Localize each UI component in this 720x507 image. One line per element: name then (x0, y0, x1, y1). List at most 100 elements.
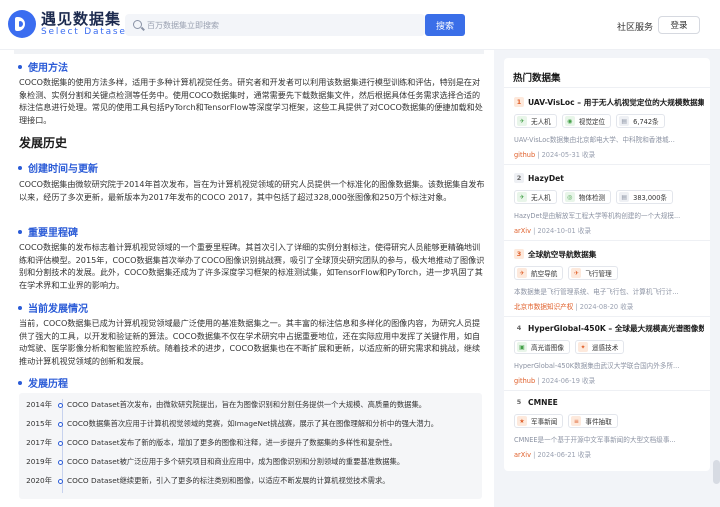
storage-icon: ▤ (619, 116, 630, 126)
search-button[interactable]: 搜索 (425, 14, 465, 36)
timeline-dot-icon (58, 421, 63, 427)
dataset-title[interactable]: HyperGlobal-450K – 全球最大规模高光谱图像数据集 (528, 323, 704, 334)
usage-paragraph: COCO数据集的使用方法多样，适用于多种计算机视觉任务。研究者和开发者可以利用该… (19, 77, 483, 125)
satellite-icon: ✦ (577, 342, 588, 352)
timeline-text: COCO数据集首次应用于计算机视觉领域的竞赛，如ImageNet挑战赛，展示了其… (67, 419, 439, 428)
plane-icon: ✈ (571, 268, 582, 278)
dataset-tag[interactable]: ▣ 高光谱图像 (514, 340, 570, 354)
camera-icon: ▣ (517, 342, 527, 352)
dataset-tag[interactable]: ✈ 航空导航 (514, 266, 564, 280)
drone-icon: ✈ (517, 116, 527, 126)
dataset-meta: arXiv | 2024-10-01 收录 (514, 227, 592, 235)
dataset-tag[interactable]: ★ 军事新闻 (514, 414, 564, 428)
dataset-title[interactable]: 全球航空导航数据集 (528, 249, 596, 260)
timeline-text: COCO Dataset首次发布，由微软研究院提出，旨在为图像识别和分割任务提供… (67, 400, 427, 409)
tag-label: 高光谱图像 (531, 344, 564, 352)
tag-label: 6,742条 (633, 118, 659, 126)
timeline-item: 2017年 COCO Dataset发布了新的版本，增加了更多的图像和注释，进一… (19, 437, 482, 449)
timeline-dot-icon (58, 440, 63, 446)
dataset-status: 收录 (577, 451, 592, 459)
dataset-tag[interactable]: ✈ 飞行管理 (568, 266, 618, 280)
history-heading: 发展历史 (19, 136, 68, 150)
milestone-heading: 重要里程碑 (18, 224, 78, 239)
dataset-description: UAV-VisLoc数据集由北京邮电大学、中科院和香港城... (514, 136, 675, 143)
dataset-source[interactable]: github (514, 377, 535, 385)
dataset-title[interactable]: HazyDet (528, 174, 564, 183)
dataset-tag[interactable]: ✦ 遥感技术 (574, 340, 625, 354)
dataset-meta: 北京市数据知识产权 | 2024-08-20 收录 (514, 303, 634, 311)
dataset-tag[interactable]: ✈ 无人机 (514, 190, 557, 204)
tag-label: 视觉定位 (578, 118, 606, 126)
rank-badge: 5 (514, 397, 524, 407)
creation-heading: 创建时间与更新 (18, 160, 98, 175)
dataset-card[interactable]: 4 HyperGlobal-450K – 全球最大规模高光谱图像数据集 ▣ 高光谱图像… (514, 322, 704, 385)
dataset-status: 收录 (582, 151, 596, 159)
timeline-year: 2019年 (26, 457, 52, 466)
timeline: 2014年 COCO Dataset首次发布，由微软研究院提出，旨在为图像识别和… (19, 393, 482, 499)
timeline-dot-icon (58, 459, 63, 465)
rank-badge: 3 (514, 249, 524, 259)
panel-title: 热门数据集 (513, 73, 561, 84)
dataset-date: 2024-06-19 (541, 377, 580, 385)
rank-badge: 1 (514, 97, 524, 107)
dataset-tag[interactable]: ✈ 无人机 (514, 114, 557, 128)
main-content: 使用方法 COCO数据集的使用方法多样，适用于多种计算机视觉任务。研究者和开发者… (0, 50, 494, 507)
timeline-year: 2017年 (26, 438, 52, 447)
milestone-paragraph: COCO数据集的发布标志着计算机视觉领域的一个重要里程碑。其首次引入了详细的实例… (19, 242, 485, 290)
dataset-source[interactable]: github (514, 151, 535, 159)
login-button[interactable]: 登录 (658, 16, 700, 34)
hot-datasets-panel: 热门数据集 1 UAV-VisLoc – 用于无人机视觉定位的大规模数据集 ✈ 无人机… (504, 58, 710, 471)
site-logo[interactable]: 遇见数据集 Select Dataset (8, 10, 132, 38)
dataset-status: 收录 (620, 303, 634, 311)
dataset-card[interactable]: 2 HazyDet ✈ 无人机 ◎ 物体检测 ▤ 383,000条 HazyDet是由解放军工程… (514, 172, 704, 235)
community-link[interactable]: 社区服务 (617, 20, 653, 33)
timeline-item: 2019年 COCO Dataset被广泛应用于多个研究项目和商业应用中，成为图… (19, 456, 482, 468)
dataset-card[interactable]: 5 CMNEE ★ 军事新闻 ≡ 事件抽取 CMNEE是一个基于开源中文军事新闻的大型文档级… (514, 396, 704, 459)
tag-label: 航空导航 (531, 270, 558, 278)
dataset-date: 2024-10-01 (537, 227, 576, 235)
dataset-tag[interactable]: ≡ 事件抽取 (568, 414, 618, 428)
timeline-heading: 发展历程 (18, 375, 68, 390)
dataset-description: HyperGlobal-450K数据集由武汉大学联合国内外多所... (514, 362, 680, 369)
dataset-date: 2024-05-31 (541, 151, 580, 159)
rank-badge: 4 (514, 323, 524, 333)
military-icon: ★ (517, 416, 527, 426)
dataset-source[interactable]: 北京市数据知识产权 (514, 303, 573, 311)
dataset-date: 2024-08-20 (579, 303, 619, 311)
timeline-item: 2015年 COCO数据集首次应用于计算机视觉领域的竞赛，如ImageNet挑战… (19, 418, 482, 430)
timeline-item: 2014年 COCO Dataset首次发布，由微软研究院提出，旨在为图像识别和… (19, 399, 482, 411)
plane-icon: ✈ (517, 268, 527, 278)
dataset-description: 本数据集是飞行管理系统、电子飞行包、计算机飞行计... (514, 288, 679, 295)
scrollbar[interactable] (711, 50, 720, 507)
search-box (125, 14, 425, 36)
tag-label: 遥感技术 (591, 344, 619, 352)
tag-label: 无人机 (531, 194, 551, 202)
timeline-text: COCO Dataset发布了新的版本，增加了更多的图像和注释，进一步提升了数据… (67, 438, 397, 447)
dataset-meta: github | 2024-06-19 收录 (514, 377, 596, 385)
eye-icon: ◉ (564, 116, 575, 126)
bullet-icon (18, 165, 22, 170)
dataset-source[interactable]: arXiv (514, 451, 531, 459)
rank-badge: 2 (514, 173, 524, 183)
current-paragraph: 当前，COCO数据集已成为计算机视觉领域最广泛使用的基准数据集之一。其丰富的标注… (19, 318, 481, 366)
dataset-card[interactable]: 3 全球航空导航数据集 ✈ 航空导航 ✈ 飞行管理 本数据集是飞行管理系统、电子飞行包、计算… (514, 248, 704, 311)
dataset-status: 收录 (582, 377, 596, 385)
scrollbar-thumb[interactable] (713, 460, 720, 484)
current-heading: 当前发展情况 (18, 300, 88, 315)
dataset-title[interactable]: UAV-VisLoc – 用于无人机视觉定位的大规模数据集 (528, 97, 704, 108)
dataset-meta: github | 2024-05-31 收录 (514, 151, 596, 159)
dataset-tag[interactable]: ▤ 6,742条 (616, 114, 665, 128)
dataset-tag[interactable]: ◉ 视觉定位 (561, 114, 612, 128)
tag-label: 383,000条 (633, 194, 668, 202)
logo-icon (8, 10, 36, 38)
dataset-tag[interactable]: ▤ 383,000条 (616, 190, 674, 204)
logo-subtitle: Select Dataset (41, 26, 133, 37)
tag-label: 物体检测 (578, 194, 606, 202)
search-input[interactable] (147, 14, 417, 36)
bullet-icon (18, 64, 22, 69)
dataset-tag[interactable]: ◎ 物体检测 (561, 190, 612, 204)
dataset-source[interactable]: arXiv (514, 227, 531, 235)
dataset-card[interactable]: 1 UAV-VisLoc – 用于无人机视觉定位的大规模数据集 ✈ 无人机 ◉ 视觉定位 ▤… (514, 96, 704, 159)
timeline-year: 2020年 (26, 476, 52, 485)
dataset-title[interactable]: CMNEE (528, 398, 558, 407)
